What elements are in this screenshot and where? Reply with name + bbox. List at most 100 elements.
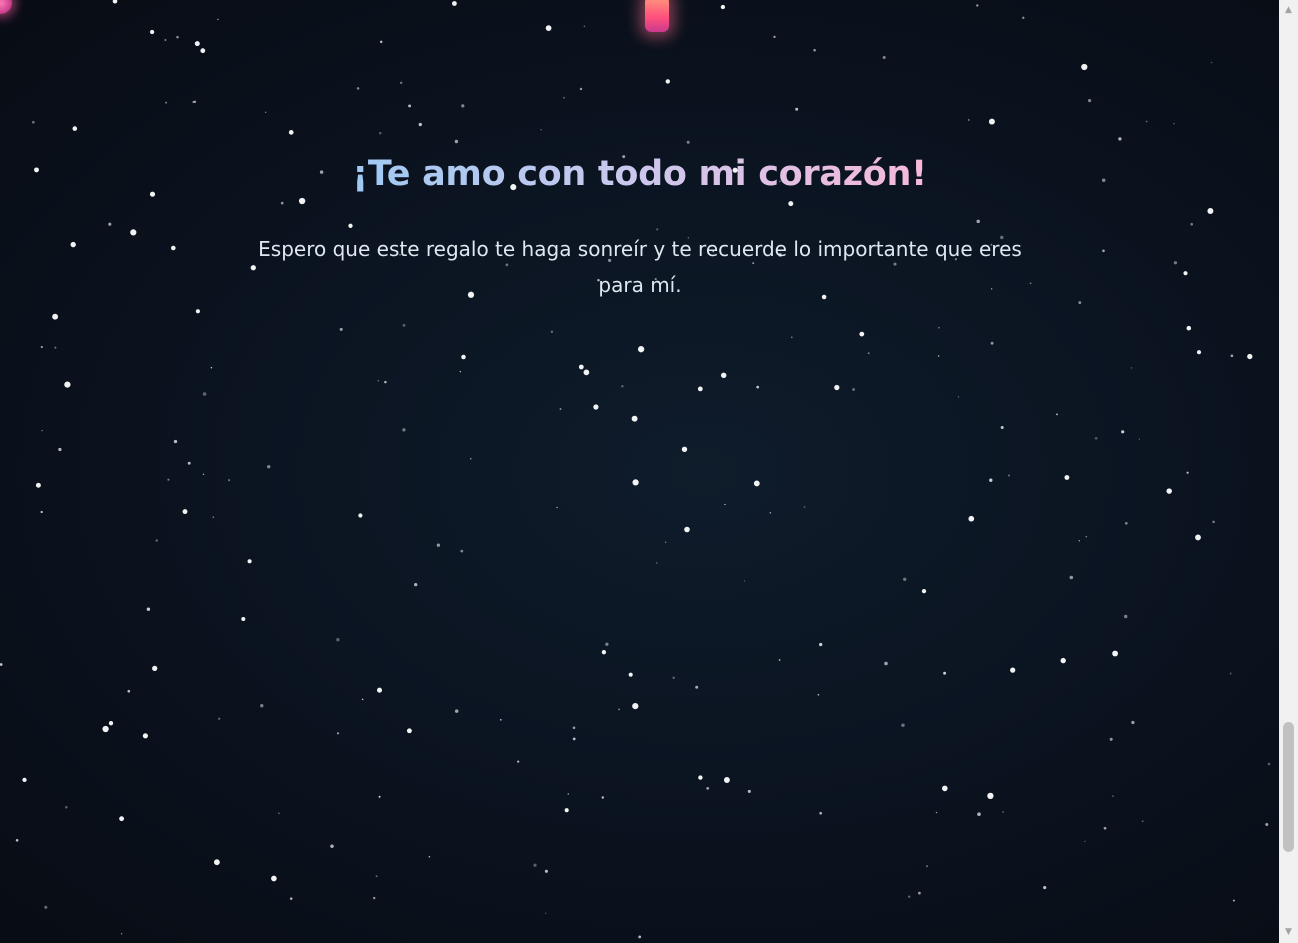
star bbox=[217, 18, 219, 21]
star bbox=[120, 933, 123, 935]
star bbox=[556, 506, 558, 509]
star bbox=[336, 732, 340, 735]
star bbox=[908, 895, 911, 898]
star bbox=[1022, 16, 1025, 19]
star bbox=[1131, 720, 1135, 725]
star bbox=[756, 385, 760, 389]
star bbox=[562, 96, 565, 99]
star bbox=[454, 709, 459, 713]
star bbox=[418, 122, 422, 127]
star bbox=[583, 369, 590, 376]
star bbox=[572, 737, 576, 741]
star bbox=[1078, 301, 1082, 305]
star bbox=[632, 702, 639, 710]
star bbox=[267, 465, 271, 469]
star bbox=[15, 839, 19, 842]
scrollbar-thumb[interactable] bbox=[1283, 722, 1294, 852]
star bbox=[1078, 540, 1080, 542]
vertical-scrollbar[interactable]: ▲ ▼ bbox=[1279, 0, 1298, 943]
star bbox=[375, 875, 378, 878]
star bbox=[1232, 899, 1235, 902]
star bbox=[454, 139, 459, 144]
star bbox=[681, 446, 688, 452]
star bbox=[976, 4, 979, 7]
star bbox=[399, 81, 403, 85]
star bbox=[119, 816, 125, 822]
star bbox=[1195, 534, 1201, 541]
star bbox=[882, 56, 886, 59]
star bbox=[593, 404, 599, 410]
star bbox=[819, 811, 823, 815]
star bbox=[921, 588, 927, 594]
star bbox=[35, 482, 41, 488]
scroll-down-arrow-icon[interactable]: ▼ bbox=[1279, 924, 1298, 941]
star bbox=[1007, 474, 1011, 477]
star bbox=[1064, 475, 1070, 480]
star bbox=[977, 812, 981, 816]
star bbox=[1173, 122, 1175, 125]
star bbox=[724, 503, 726, 506]
star bbox=[686, 140, 690, 144]
star bbox=[202, 473, 205, 475]
star bbox=[1103, 826, 1107, 830]
star bbox=[723, 777, 730, 783]
star bbox=[212, 516, 215, 518]
star bbox=[937, 355, 940, 357]
star bbox=[112, 0, 118, 4]
star bbox=[1138, 438, 1141, 440]
star bbox=[884, 661, 888, 666]
star bbox=[517, 760, 520, 763]
scroll-up-arrow-icon[interactable]: ▲ bbox=[1279, 2, 1298, 19]
star bbox=[572, 726, 576, 730]
star bbox=[402, 324, 406, 327]
star bbox=[64, 381, 71, 388]
star bbox=[171, 245, 176, 251]
star bbox=[195, 309, 200, 314]
star bbox=[968, 119, 970, 121]
star bbox=[499, 718, 502, 721]
star bbox=[1002, 811, 1004, 813]
star bbox=[545, 912, 547, 914]
star bbox=[706, 787, 710, 790]
star bbox=[152, 665, 158, 672]
star bbox=[925, 865, 929, 868]
star bbox=[618, 708, 621, 711]
star bbox=[402, 428, 406, 432]
star bbox=[544, 869, 548, 873]
star bbox=[377, 380, 379, 382]
star bbox=[976, 219, 980, 224]
star bbox=[127, 689, 131, 693]
star bbox=[461, 354, 466, 360]
star bbox=[695, 685, 699, 689]
star bbox=[265, 111, 267, 113]
star bbox=[621, 385, 624, 388]
star bbox=[31, 120, 35, 124]
star bbox=[155, 539, 158, 542]
star bbox=[1121, 430, 1125, 434]
love-message: Espero que este regalo te haga sonreír y… bbox=[258, 237, 1022, 297]
star bbox=[70, 241, 76, 248]
star bbox=[1265, 823, 1269, 826]
star bbox=[0, 663, 3, 666]
star bbox=[1186, 325, 1192, 331]
star bbox=[901, 723, 905, 727]
star bbox=[1183, 271, 1188, 276]
star bbox=[1118, 137, 1122, 141]
star bbox=[41, 429, 43, 432]
star bbox=[298, 197, 306, 205]
star bbox=[579, 87, 583, 91]
star bbox=[1060, 657, 1066, 664]
star bbox=[988, 118, 995, 125]
star bbox=[213, 859, 220, 866]
lantern-icon bbox=[645, 0, 669, 32]
star bbox=[1102, 249, 1105, 253]
star bbox=[753, 480, 760, 487]
star bbox=[176, 35, 179, 39]
star bbox=[790, 336, 793, 339]
starry-background: ¡Te amo con todo mi corazón! Espero que … bbox=[0, 0, 1279, 943]
star bbox=[182, 509, 188, 515]
star bbox=[1085, 535, 1088, 538]
star bbox=[379, 40, 383, 44]
star bbox=[376, 687, 383, 693]
star bbox=[65, 806, 68, 809]
